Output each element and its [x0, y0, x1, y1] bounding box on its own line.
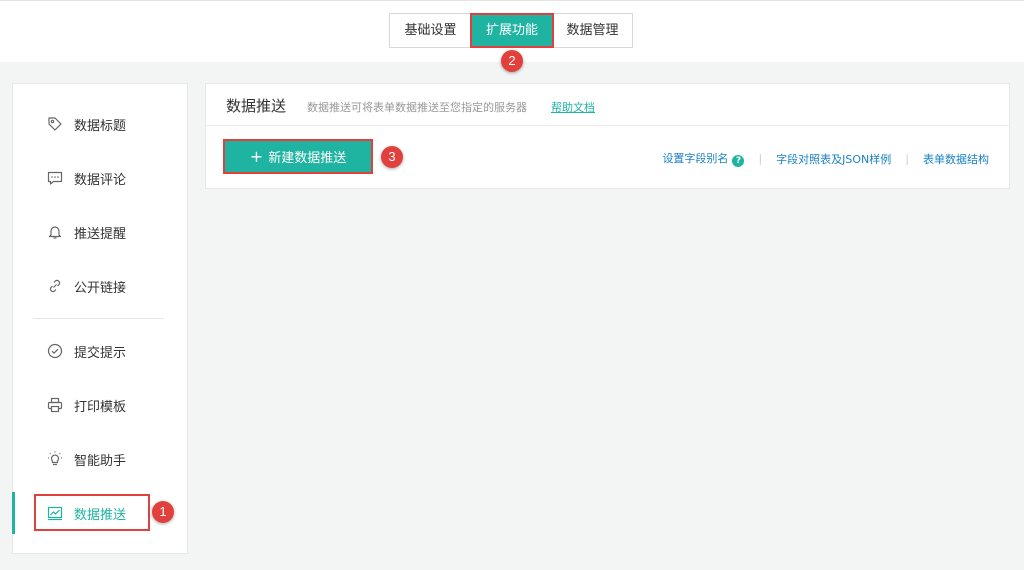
link-separator: | [758, 152, 763, 165]
step-marker-2: 2 [501, 50, 523, 72]
check-circle-icon [47, 343, 63, 359]
help-icon[interactable]: ? [732, 155, 745, 167]
new-data-push-label: 新建数据推送 [268, 151, 347, 166]
set-field-alias-label: 设置字段别名 [662, 152, 729, 165]
printer-icon [47, 397, 63, 413]
form-data-structure-link[interactable]: 表单数据结构 [923, 151, 989, 167]
tab-extended-features[interactable]: 扩展功能 [470, 13, 554, 48]
tag-icon [47, 116, 63, 132]
data-push-panel: 数据推送 数据推送可将表单数据推送至您指定的服务器 帮助文档 + 新建数据推送 … [205, 83, 1010, 189]
set-field-alias-link[interactable]: 设置字段别名? [662, 150, 745, 167]
sidebar-item-label: 数据标题 [74, 118, 127, 134]
link-icon [47, 278, 63, 294]
sidebar-divider [33, 318, 164, 319]
sidebar-item-label: 打印模板 [74, 399, 127, 415]
panel-header: 数据推送 数据推送可将表单数据推送至您指定的服务器 帮助文档 [206, 84, 1009, 126]
lightbulb-icon [47, 451, 63, 467]
panel-description: 数据推送可将表单数据推送至您指定的服务器 [307, 101, 527, 114]
sidebar-item-data-title[interactable]: 数据标题 [13, 104, 187, 144]
highlight-box [34, 494, 150, 531]
sidebar-item-submit-tip[interactable]: 提交提示 [13, 331, 187, 371]
sidebar: 数据标题 数据评论 推送提醒 公开链接 提交提示 打印模板 智能助手 数据推送 [12, 83, 188, 554]
sidebar-item-label: 公开链接 [74, 280, 127, 296]
plus-icon: + [249, 146, 264, 166]
tab-data-management[interactable]: 数据管理 [553, 14, 632, 47]
tab-basic-settings[interactable]: 基础设置 [390, 14, 471, 47]
panel-title: 数据推送 [226, 97, 287, 115]
link-separator: | [905, 152, 909, 165]
comment-icon [47, 170, 63, 186]
sidebar-item-data-comments[interactable]: 数据评论 [13, 158, 187, 198]
sidebar-item-label: 数据评论 [74, 172, 127, 188]
new-data-push-button[interactable]: + 新建数据推送 [223, 139, 373, 174]
sidebar-item-push-reminder[interactable]: 推送提醒 [13, 212, 187, 252]
help-doc-link[interactable]: 帮助文档 [551, 99, 595, 115]
step-marker-3: 3 [381, 146, 403, 168]
field-mapping-json-link[interactable]: 字段对照表及JSON样例 [776, 151, 891, 167]
sidebar-item-label: 智能助手 [74, 453, 127, 469]
sidebar-item-smart-assistant[interactable]: 智能助手 [13, 439, 187, 479]
sidebar-item-print-template[interactable]: 打印模板 [13, 385, 187, 425]
sidebar-item-label: 提交提示 [74, 345, 127, 361]
top-tabs: 基础设置 扩展功能 数据管理 [389, 13, 633, 48]
sidebar-item-public-link[interactable]: 公开链接 [13, 266, 187, 306]
sidebar-item-label: 推送提醒 [74, 226, 127, 242]
bell-icon [47, 224, 63, 240]
step-marker-1: 1 [152, 501, 174, 523]
panel-links: 设置字段别名? | 字段对照表及JSON样例 | 表单数据结构 [662, 150, 989, 167]
